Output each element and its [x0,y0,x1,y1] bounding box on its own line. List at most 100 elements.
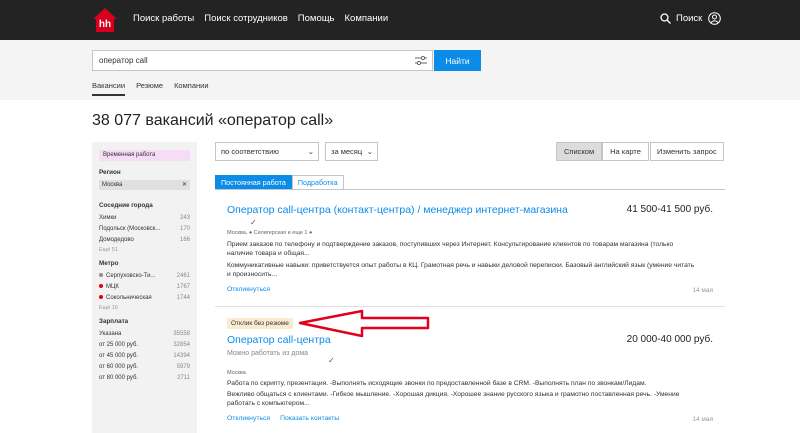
check-icon: ✓ [250,218,257,227]
tab-part-time[interactable]: Подработка [291,175,344,190]
vacancy-location: Москва [227,370,246,376]
tab-companies[interactable]: Компании [174,81,208,96]
filter-option[interactable]: от 25 000 руб. 32854 [99,340,190,351]
check-icon: ✓ [328,356,335,365]
user-icon[interactable] [708,12,721,25]
vacancy-responsibilities: Прием заказов по телефону и подтверждени… [227,241,674,257]
filter-option-count: 1767 [176,284,190,290]
top-header: hh Поиск работы Поиск сотрудников Помощь… [0,0,800,40]
nav-companies[interactable]: Компании [345,13,389,24]
filter-sliders-icon[interactable] [415,55,427,66]
view-toggle: Списком На карте [556,142,649,161]
metro-line-dot-icon [99,295,103,300]
filter-option[interactable]: МЦК 1767 [99,282,190,293]
salary-heading: Зарплата [99,318,129,325]
vacancy-actions: Откликнуться [227,286,270,293]
filter-option[interactable]: Подольск (Московск... 170 [99,224,190,235]
filter-option-label: от 25 000 руб. [99,342,139,348]
filter-option-label: от 80 000 руб. [99,375,139,381]
filter-option-label: Подольск (Московск... [99,226,161,232]
filter-option[interactable]: от 45 000 руб. 14394 [99,351,190,362]
filter-option-count: 14394 [173,353,190,359]
respond-button[interactable]: Откликнуться [227,415,270,422]
filter-option[interactable]: Серпуховско-Ти... 2461 [99,271,190,282]
nav-job-search[interactable]: Поиск работы [133,13,194,24]
filter-option-label: Указана [99,331,122,337]
period-select-value: за месяц [331,147,363,156]
filter-option-count: 243 [179,215,190,221]
remote-work-note: Можно работать из дома [227,350,309,357]
vacancy-title-link[interactable]: Оператор call-центра (контакт-центра) / … [227,204,568,216]
show-contacts-button[interactable]: Показать контакты [280,415,339,422]
filter-option-label: МЦК [106,284,119,290]
filter-option-count: 166 [179,237,190,243]
neighbors-more-link[interactable]: Ещё 51 [99,247,190,253]
red-arrow-annotation [298,309,430,338]
change-query-button[interactable]: Изменить запрос [650,142,724,161]
tab-permanent[interactable]: Постоянная работа [215,175,292,190]
search-icon [660,13,671,24]
svg-text:hh: hh [99,19,111,30]
employment-tabs: Постоянная работа Подработка [215,175,344,190]
filter-option-label: Домодедово [99,237,134,243]
top-search-label: Поиск [676,13,703,24]
region-chip[interactable]: Москва ✕ [99,180,190,190]
vacancy-card: Отклик без резюме Оператор call-центра 2… [215,308,725,433]
filter-option-label: Серпуховско-Ти... [106,273,156,279]
filter-option-label: от 60 000 руб. [99,364,139,370]
hh-logo[interactable]: hh [92,7,118,33]
metro-line-dot-icon [99,273,103,278]
metro-line-dot-icon [99,284,103,289]
filter-option-count: 5979 [176,364,190,370]
vacancy-card: Оператор call-центра (контакт-центра) / … [215,190,725,307]
search-area: Найти Вакансии Резюме Компании [0,40,800,100]
temporary-work-tag[interactable]: Временная работа [99,150,190,161]
nav-employee-search[interactable]: Поиск сотрудников [204,13,288,24]
period-select[interactable]: за месяц ⌄ [325,142,378,161]
metro-heading: Метро [99,260,119,267]
vacancy-date: 14 мая [692,287,713,294]
tab-vacancies[interactable]: Вакансии [92,81,126,96]
filter-option[interactable]: Указана 35558 [99,329,190,340]
filter-option[interactable]: от 80 000 руб. 2711 [99,373,190,384]
vacancy-salary: 20 000-40 000 руб. [626,334,713,345]
filters-sidebar: Временная работа Регион Москва ✕ Соседни… [92,142,197,433]
filter-option-count: 1744 [176,295,190,301]
neighbors-heading: Соседние города [99,202,153,209]
vacancy-actions: Откликнуться Показать контакты [227,415,339,422]
chevron-down-icon: ⌄ [307,147,314,156]
region-value: Москва [102,182,123,188]
filter-option-label: Сокольническая [106,295,152,301]
filter-option-count: 2711 [177,375,190,381]
nav-help[interactable]: Помощь [298,13,335,24]
search-input[interactable] [93,51,393,70]
filter-option-count: 2461 [176,273,190,279]
respond-button[interactable]: Откликнуться [227,286,270,293]
filter-option[interactable]: Сокольническая 1744 [99,293,190,304]
filter-option[interactable]: Химки 243 [99,213,190,224]
vacancy-salary: 41 500-41 500 руб. [626,204,713,215]
vacancy-requirements: Вежливо общаться с клиентами. -Гибкое мы… [227,391,680,407]
metro-more-link[interactable]: Ещё 16 [99,305,190,311]
filter-option[interactable]: Домодедово 166 [99,235,190,246]
filter-option-count: 170 [179,226,190,232]
filter-option-label: от 45 000 руб. [99,353,139,359]
view-map-button[interactable]: На карте [602,142,649,161]
tab-resumes[interactable]: Резюме [136,81,163,96]
page-title: 38 077 вакансий «оператор call» [92,112,334,129]
find-button[interactable]: Найти [434,50,481,71]
close-icon[interactable]: ✕ [182,180,187,190]
view-list-button[interactable]: Списком [556,142,603,161]
search-box [92,50,433,71]
vacancy-responsibilities: Работа по скрипту, презентация. -Выполня… [227,380,647,387]
top-search-link[interactable]: Поиск [660,13,702,24]
no-resume-badge: Отклик без резюме [227,318,293,329]
sort-select-value: по соответствию [221,147,279,156]
vacancy-requirements: Коммуникативные навыки: приветствуется о… [227,262,695,278]
filter-option[interactable]: от 60 000 руб. 5979 [99,362,190,373]
sort-select[interactable]: по соответствию ⌄ [215,142,319,161]
chevron-down-icon: ⌄ [366,147,373,156]
search-type-tabs: Вакансии Резюме Компании [92,81,209,96]
filter-option-count: 35558 [173,331,190,337]
filter-option-count: 32854 [173,342,190,348]
